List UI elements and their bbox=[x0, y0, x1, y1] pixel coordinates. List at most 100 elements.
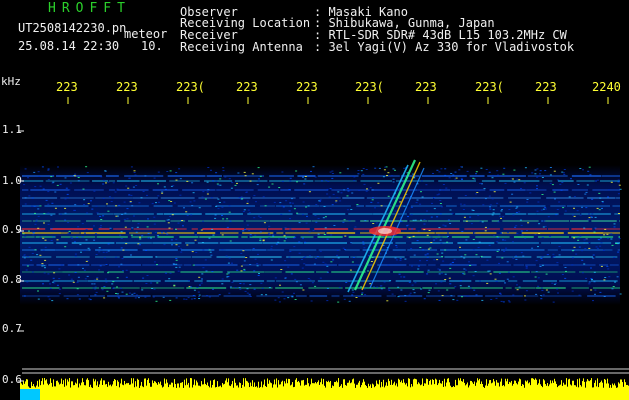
speckle bbox=[175, 244, 178, 246]
speckle bbox=[540, 209, 543, 211]
speckle bbox=[229, 240, 232, 242]
speckle bbox=[442, 260, 445, 262]
speckle bbox=[357, 173, 360, 175]
speckle bbox=[115, 293, 117, 294]
speckle bbox=[49, 283, 51, 285]
noise-level-column bbox=[57, 380, 58, 400]
noise-level-column bbox=[546, 385, 547, 400]
noise-level-column bbox=[294, 386, 295, 400]
speckle bbox=[151, 288, 154, 289]
speckle bbox=[360, 286, 363, 288]
speckle bbox=[69, 182, 72, 184]
noise-level-column bbox=[433, 379, 434, 400]
noise-level-column bbox=[503, 385, 504, 400]
speckle bbox=[243, 171, 246, 173]
speckle bbox=[348, 300, 351, 302]
speckle bbox=[228, 178, 231, 180]
speckle bbox=[107, 181, 110, 183]
speckle bbox=[542, 294, 545, 296]
noise-level-column bbox=[157, 384, 158, 400]
noise-level-column bbox=[206, 385, 207, 400]
speckle bbox=[83, 204, 86, 205]
noise-level-column bbox=[301, 380, 302, 400]
speckle bbox=[93, 225, 95, 227]
noise-level-column bbox=[364, 381, 365, 400]
speckle bbox=[460, 166, 463, 168]
speckle bbox=[564, 277, 567, 279]
noise-level-column bbox=[124, 380, 125, 400]
speckle bbox=[343, 219, 346, 221]
speckle bbox=[539, 170, 542, 172]
noise-accent-column bbox=[22, 389, 23, 400]
speckle bbox=[350, 242, 353, 244]
speckle bbox=[591, 216, 593, 218]
speckle bbox=[84, 278, 87, 280]
noise-level-column bbox=[568, 379, 569, 400]
noise-level-column bbox=[626, 384, 627, 400]
noise-level-column bbox=[143, 387, 144, 400]
speckle bbox=[146, 226, 149, 228]
speckle bbox=[231, 182, 234, 184]
speckle bbox=[501, 257, 504, 259]
noise-level-column bbox=[376, 380, 377, 400]
speckle bbox=[444, 225, 447, 227]
noise-level-column bbox=[162, 387, 163, 400]
noise-accent-column bbox=[20, 389, 21, 400]
speckle bbox=[66, 298, 69, 300]
speckle bbox=[246, 200, 249, 202]
meteor-core bbox=[378, 228, 392, 234]
noise-level-column bbox=[289, 379, 290, 400]
speckle bbox=[549, 236, 551, 237]
speckle bbox=[399, 258, 402, 260]
noise-level-column bbox=[343, 379, 344, 400]
speckle bbox=[585, 191, 588, 193]
noise-level-column bbox=[176, 387, 177, 400]
speckle bbox=[411, 265, 413, 267]
speckle bbox=[253, 288, 256, 290]
noise-level-column bbox=[557, 387, 558, 400]
speckle bbox=[163, 244, 166, 246]
speckle bbox=[291, 296, 294, 298]
speckle bbox=[394, 234, 397, 236]
speckle bbox=[258, 273, 260, 274]
noise-level-column bbox=[543, 379, 544, 400]
speckle bbox=[502, 173, 505, 175]
noise-level-column bbox=[512, 385, 513, 400]
speckle bbox=[27, 177, 29, 179]
speckle bbox=[351, 289, 354, 291]
noise-level-column bbox=[553, 382, 554, 400]
speckle bbox=[248, 230, 251, 232]
speckle bbox=[242, 230, 245, 232]
speckle bbox=[202, 191, 205, 193]
noise-level-column bbox=[611, 387, 612, 400]
speckle bbox=[189, 201, 192, 203]
speckle bbox=[386, 175, 388, 176]
noise-level-column bbox=[274, 379, 275, 400]
noise-level-column bbox=[407, 386, 408, 400]
speckle bbox=[260, 294, 263, 296]
speckle bbox=[519, 219, 522, 221]
noise-level-column bbox=[311, 378, 312, 400]
speckle bbox=[314, 258, 317, 259]
capture-datetime: 25.08.14 22:30 bbox=[18, 39, 120, 53]
noise-level-column bbox=[467, 382, 468, 400]
noise-level-column bbox=[297, 381, 298, 400]
speckle bbox=[452, 299, 455, 301]
noise-level-column bbox=[218, 386, 219, 400]
speckle bbox=[274, 299, 277, 301]
speckle bbox=[41, 263, 44, 265]
noise-level-column bbox=[165, 383, 166, 400]
noise-level-column bbox=[183, 387, 184, 400]
speckle bbox=[38, 176, 41, 177]
speckle bbox=[604, 228, 607, 230]
speckle bbox=[270, 245, 273, 247]
speckle bbox=[598, 209, 601, 211]
speckle bbox=[175, 258, 178, 259]
noise-level-column bbox=[269, 380, 270, 400]
speckle bbox=[112, 287, 115, 289]
noise-level-column bbox=[326, 381, 327, 400]
noise-level-column bbox=[244, 386, 245, 400]
speckle bbox=[592, 257, 595, 259]
speckle bbox=[493, 191, 496, 193]
speckle bbox=[603, 296, 606, 297]
